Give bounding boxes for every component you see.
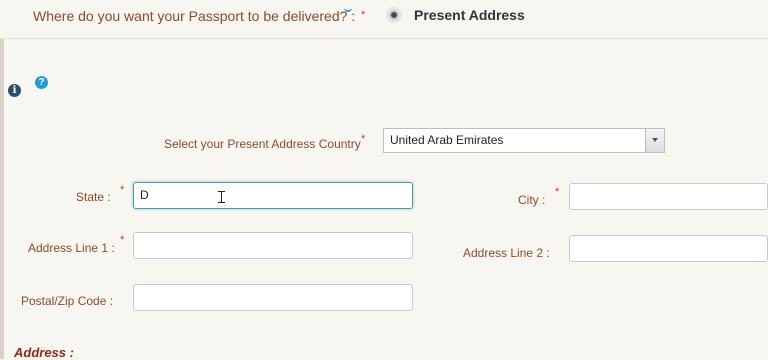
- city-required-mark: *: [555, 186, 560, 198]
- address-line1-input[interactable]: [133, 232, 413, 259]
- country-select-value: United Arab Emirates: [390, 133, 504, 147]
- address-line2-input[interactable]: [569, 235, 768, 262]
- country-label: Select your Present Address Country: [164, 137, 361, 151]
- address-line1-required-mark: *: [120, 234, 125, 246]
- country-select[interactable]: United Arab Emirates: [383, 128, 665, 153]
- address-line1-label: Address Line 1 :: [28, 241, 115, 255]
- present-address-radio[interactable]: [386, 7, 402, 23]
- chevron-down-icon: [652, 138, 658, 142]
- postal-code-label: Postal/Zip Code :: [21, 294, 114, 308]
- postal-code-input[interactable]: [133, 284, 413, 311]
- city-input[interactable]: [569, 183, 768, 210]
- country-dropdown-button[interactable]: [645, 129, 664, 152]
- state-required-mark: *: [120, 184, 125, 196]
- address-line2-label: Address Line 2 :: [463, 246, 550, 260]
- delivery-required-mark: *: [361, 9, 366, 21]
- state-input[interactable]: D: [133, 182, 413, 209]
- help-icon[interactable]: ?: [35, 76, 48, 89]
- text-cursor-icon: [218, 191, 225, 203]
- page-left-border: [0, 0, 4, 359]
- delivery-question-label: Where do you want your Passport to be de…: [33, 8, 356, 24]
- address-section-title: Address :: [14, 345, 74, 360]
- country-required-mark: *: [361, 133, 366, 145]
- present-address-radio-label[interactable]: Present Address: [414, 7, 525, 23]
- state-label: State :: [76, 190, 111, 204]
- info-icon[interactable]: i: [8, 84, 21, 97]
- city-label: City :: [518, 193, 546, 207]
- radio-selected-dot: [391, 12, 397, 18]
